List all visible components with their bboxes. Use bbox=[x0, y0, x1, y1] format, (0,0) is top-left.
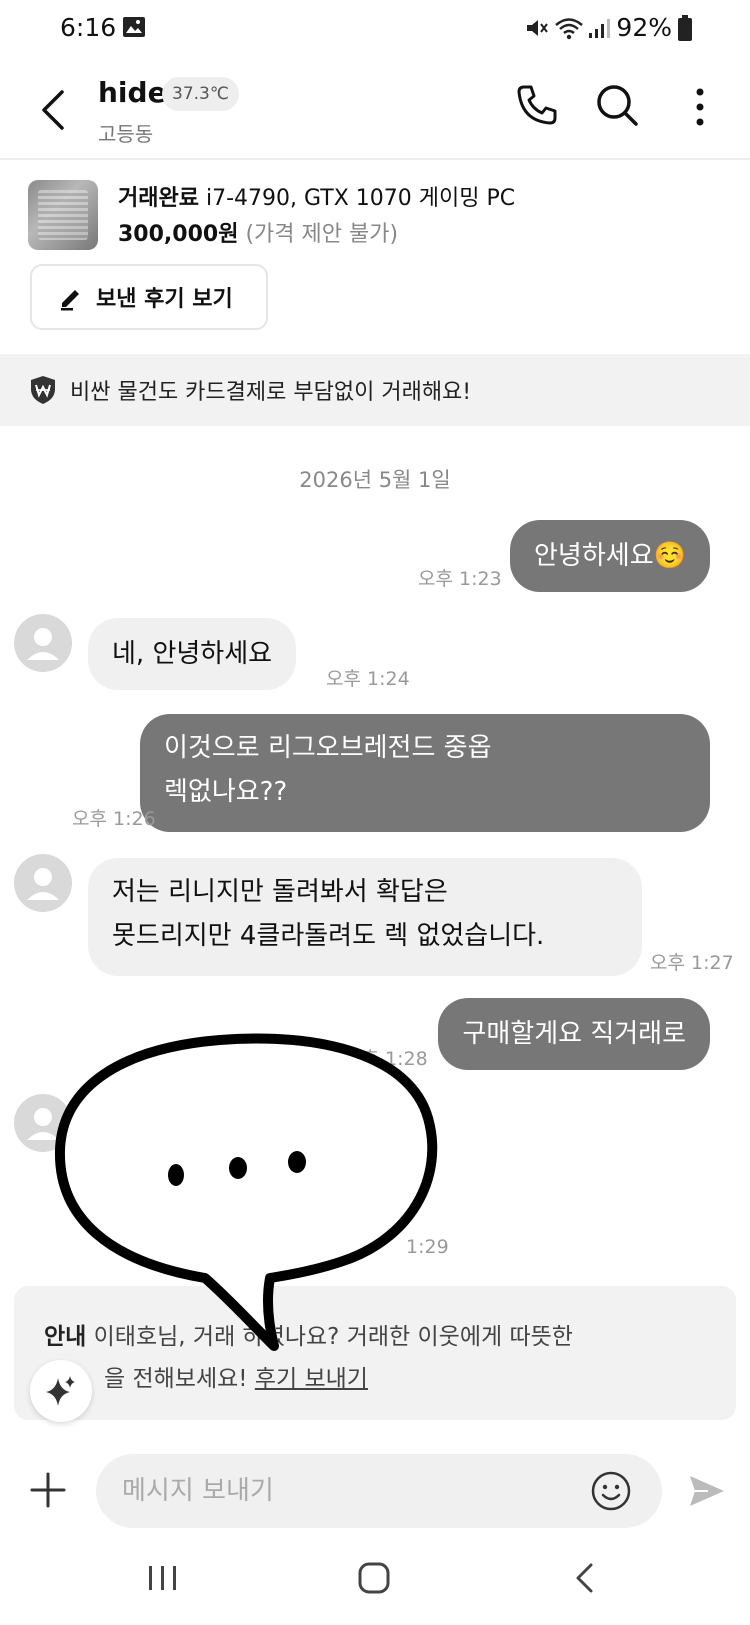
sparkle-icon bbox=[46, 1376, 75, 1406]
product-card: 거래완료 i7-4790, GTX 1070 게이밍 PC 300,000원 (… bbox=[0, 160, 750, 350]
product-status: 거래완료 bbox=[118, 186, 199, 211]
message-text: 구매할게요 직거래로 bbox=[462, 1019, 686, 1049]
default-avatar-icon bbox=[27, 1108, 59, 1140]
product-title-row[interactable]: 거래완료 i7-4790, GTX 1070 게이밍 PC bbox=[118, 180, 515, 212]
message-bubble-outgoing[interactable]: 이것으로 리그오브레전드 중옵 렉없나요?? bbox=[140, 714, 710, 832]
product-price: 300,000원 bbox=[118, 222, 239, 247]
view-sent-review-button[interactable]: 보낸 후기 보기 bbox=[30, 264, 268, 330]
plus-icon[interactable] bbox=[28, 1470, 68, 1510]
more-options-icon[interactable] bbox=[680, 84, 720, 130]
review-reminder-notice: 안내 이태호님, 거래 하셨나요? 거래한 이웃에게 따뜻한 을 전해보세요! … bbox=[14, 1286, 736, 1420]
price-note: (가격 제안 불가) bbox=[245, 222, 399, 247]
avatar[interactable] bbox=[14, 854, 72, 912]
notice-text-b: 하셨나요? 거래한 이웃에게 따뜻한 bbox=[242, 1324, 573, 1350]
message-text: 네, 안녕하세요 bbox=[112, 639, 273, 669]
search-icon[interactable] bbox=[594, 82, 640, 128]
partner-name[interactable]: hide bbox=[98, 76, 167, 109]
message-bubble-incoming[interactable]: 저는 리니지만 돌려봐서 확답은 못드리지만 4클라돌려도 렉 없었습니다. bbox=[88, 858, 642, 976]
home-icon[interactable] bbox=[356, 1560, 392, 1596]
message-time: 오후 1:26 bbox=[72, 808, 156, 830]
message-text-line: 렉없나요?? bbox=[164, 777, 288, 807]
phone-icon[interactable] bbox=[514, 82, 560, 128]
message-time: 1:29 bbox=[406, 1236, 449, 1258]
notice-label: 안내 bbox=[44, 1324, 87, 1350]
message-time: 오후 1:23 bbox=[418, 568, 502, 590]
battery-icon bbox=[678, 14, 692, 41]
product-thumbnail[interactable] bbox=[28, 180, 98, 250]
default-avatar-icon bbox=[27, 868, 59, 900]
partner-location: 고등동 bbox=[98, 122, 154, 146]
avatar[interactable] bbox=[14, 1094, 72, 1152]
battery-percent: 92% bbox=[616, 13, 672, 42]
avatar[interactable] bbox=[14, 614, 72, 672]
date-separator: 2026년 5월 1일 bbox=[299, 468, 451, 492]
message-text-line: 저는 리니지만 돌려봐서 확답은 bbox=[112, 877, 448, 907]
status-bar: 6:16 92% bbox=[0, 0, 750, 58]
message-bubble-outgoing[interactable]: 구매할게요 직거래로 bbox=[438, 998, 710, 1070]
message-text: 안녕하세요☺️ bbox=[534, 541, 686, 571]
status-right: 92% bbox=[524, 13, 692, 42]
product-title: i7-4790, GTX 1070 게이밍 PC bbox=[205, 186, 516, 211]
wifi-icon bbox=[555, 17, 584, 39]
signal-icon bbox=[589, 18, 611, 38]
emoji-icon[interactable] bbox=[590, 1470, 632, 1512]
status-time: 6:16 bbox=[60, 13, 117, 42]
message-time: 오후 1:27 bbox=[650, 952, 734, 974]
view-sent-review-label: 보낸 후기 보기 bbox=[96, 287, 233, 312]
mute-icon bbox=[527, 19, 549, 36]
message-text-line: 못드리지만 4클라돌려도 렉 없었습니다. bbox=[112, 921, 545, 951]
shield-won-icon bbox=[31, 376, 55, 404]
recent-apps-icon[interactable] bbox=[146, 1562, 180, 1594]
ai-sparkle-button[interactable] bbox=[30, 1360, 92, 1422]
pencil-icon bbox=[61, 290, 79, 311]
gallery-notification-icon bbox=[123, 17, 145, 37]
default-avatar-icon bbox=[27, 628, 59, 660]
doodle-dot bbox=[288, 1151, 306, 1173]
send-review-link[interactable]: 후기 보내기 bbox=[255, 1366, 368, 1392]
card-payment-banner[interactable]: 비싼 물건도 카드결제로 부담없이 거래해요! bbox=[0, 354, 750, 426]
notice-line-1: 안내 이태호님, 거래 하셨나요? 거래한 이웃에게 따뜻한 bbox=[44, 1316, 736, 1358]
nav-back-icon[interactable] bbox=[570, 1560, 598, 1596]
message-input[interactable] bbox=[96, 1454, 662, 1528]
send-icon[interactable] bbox=[686, 1470, 728, 1512]
product-price-row: 300,000원 (가격 제안 불가) bbox=[118, 216, 398, 248]
message-text-line: 이것으로 리그오브레전드 중옵 bbox=[164, 733, 492, 763]
notice-text-c: 을 전해보세요! bbox=[104, 1366, 248, 1392]
doodle-dot bbox=[229, 1157, 247, 1179]
doodle-dot bbox=[168, 1164, 184, 1186]
chat-header: hide 37.3℃ 고등동 bbox=[0, 62, 750, 158]
promo-text: 비싼 물건도 카드결제로 부담없이 거래해요! bbox=[70, 380, 472, 405]
message-bubble-incoming[interactable]: 네, 안녕하세요 bbox=[88, 618, 297, 690]
notice-text-a: 이태호님, 거래 bbox=[93, 1324, 236, 1350]
notice-line-2: 을 전해보세요! 후기 보내기 bbox=[44, 1358, 736, 1400]
message-time: 오후 1:24 bbox=[326, 668, 410, 690]
message-bubble-outgoing[interactable]: 안녕하세요☺️ bbox=[510, 520, 710, 592]
message-time: 오후 1:28 bbox=[344, 1048, 428, 1070]
manner-temperature-badge[interactable]: 37.3℃ bbox=[162, 77, 239, 111]
back-arrow-icon[interactable] bbox=[32, 84, 76, 136]
